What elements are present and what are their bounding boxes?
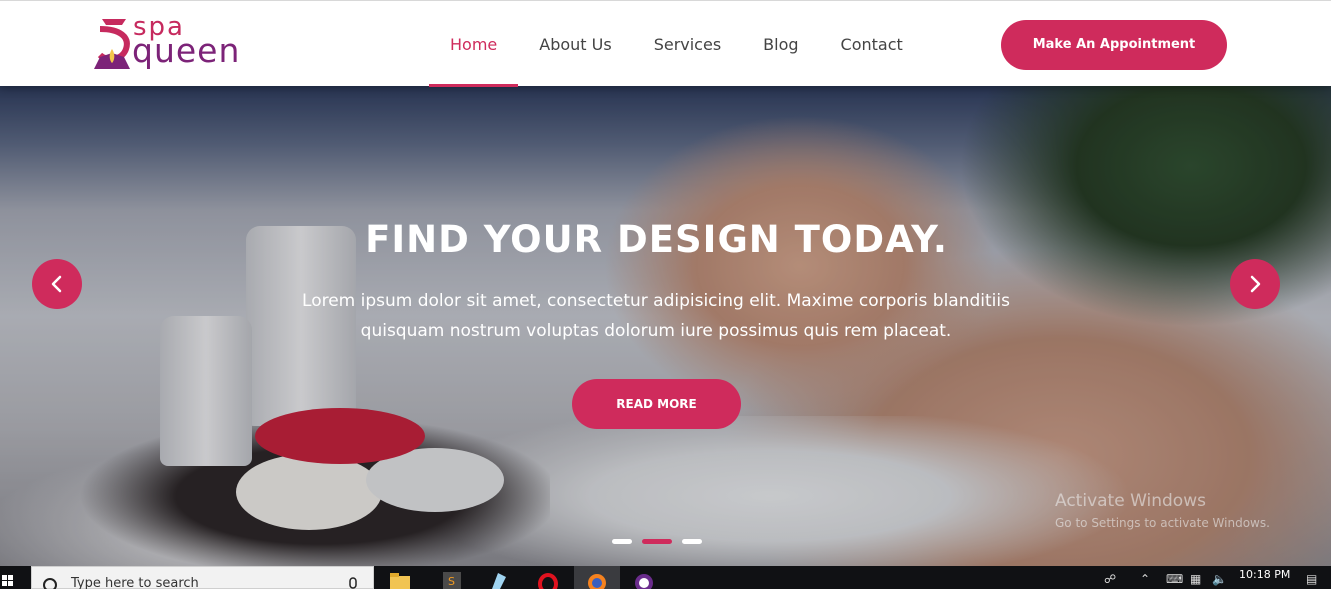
hero-text: Lorem ipsum dolor sit amet, consectetur …	[296, 286, 1016, 346]
watermark-title: Activate Windows	[1055, 491, 1206, 511]
taskbar-search-box[interactable]: Type here to search	[31, 566, 374, 589]
main-nav: Home About Us Services Blog Contact	[429, 1, 924, 87]
hero-title: FIND YOUR DESIGN TODAY.	[365, 218, 948, 261]
slider-prev-button[interactable]	[32, 259, 82, 309]
svg-text:S: S	[448, 575, 455, 588]
notepad-icon[interactable]	[486, 570, 510, 589]
sublime-text-icon[interactable]: S	[440, 570, 464, 589]
keyboard-icon[interactable]: ⌨	[1166, 572, 1183, 586]
start-button[interactable]	[0, 566, 30, 589]
file-explorer-icon[interactable]	[388, 570, 412, 589]
slider-dot-1[interactable]	[612, 539, 632, 544]
chevron-left-icon	[51, 275, 62, 293]
hero-text-line-2: quisquam nostrum voluptas dolorum iure p…	[360, 321, 952, 341]
volume-icon[interactable]: 🔈	[1212, 572, 1227, 586]
activate-windows-watermark: Activate Windows Go to Settings to activ…	[1055, 490, 1270, 534]
logo-text-queen: queen	[132, 31, 241, 70]
notifications-icon[interactable]: ▤	[1306, 572, 1317, 586]
search-icon	[43, 578, 57, 589]
app-icon[interactable]	[632, 570, 656, 589]
nav-item-about-us[interactable]: About Us	[518, 1, 632, 87]
people-icon[interactable]: ☍	[1104, 572, 1116, 586]
search-placeholder: Type here to search	[71, 576, 199, 589]
network-icon[interactable]: ▦	[1190, 572, 1201, 586]
nav-item-services[interactable]: Services	[633, 1, 742, 87]
nav-item-contact[interactable]: Contact	[820, 1, 924, 87]
slider-next-button[interactable]	[1230, 259, 1280, 309]
taskbar-clock[interactable]: 10:18 PM	[1239, 568, 1290, 581]
slider-dot-3[interactable]	[682, 539, 702, 544]
windows-taskbar: Type here to search S ☍ ⌃ ⌨ ▦ 🔈 10:18 PM…	[0, 566, 1331, 589]
read-more-button[interactable]: READ MORE	[572, 379, 741, 429]
site-header: spa queen Home About Us Services Blog Co…	[0, 0, 1331, 87]
chevron-right-icon	[1250, 275, 1261, 293]
hero-text-line-1: Lorem ipsum dolor sit amet, consectetur …	[302, 291, 1010, 311]
windows-logo-icon	[2, 575, 13, 586]
hero-slider: FIND YOUR DESIGN TODAY. Lorem ipsum dolo…	[0, 86, 1331, 566]
slider-dots	[612, 539, 702, 544]
microphone-icon[interactable]	[346, 567, 360, 589]
opera-icon[interactable]	[536, 570, 560, 589]
watermark-subtitle: Go to Settings to activate Windows.	[1055, 516, 1270, 530]
slider-dot-2[interactable]	[642, 539, 672, 544]
make-appointment-button[interactable]: Make An Appointment	[1001, 20, 1227, 70]
firefox-icon[interactable]	[574, 566, 620, 589]
nav-item-blog[interactable]: Blog	[742, 1, 819, 87]
spa-queen-logo[interactable]: spa queen	[92, 13, 252, 71]
lotus-logo-icon	[94, 19, 130, 69]
nav-item-home[interactable]: Home	[429, 1, 519, 87]
chevron-up-icon[interactable]: ⌃	[1140, 572, 1150, 586]
